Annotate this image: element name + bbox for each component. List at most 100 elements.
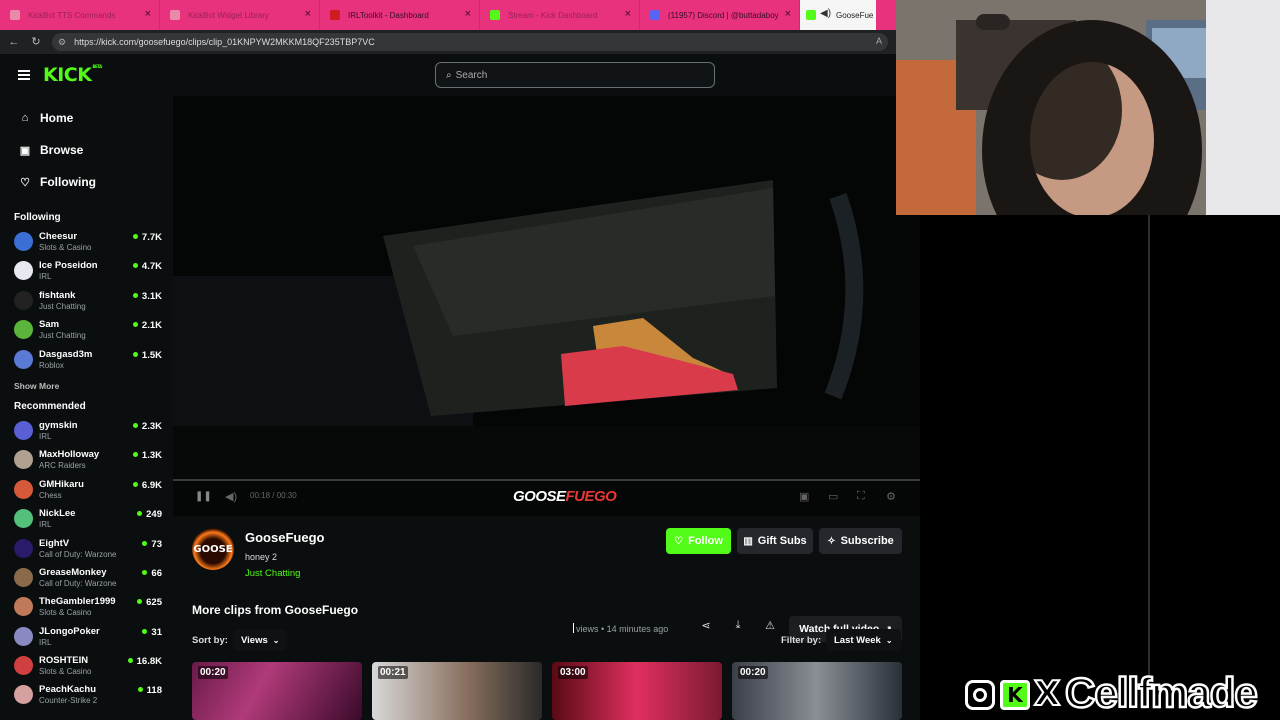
avatar xyxy=(14,232,33,251)
clip-category[interactable]: Just Chatting xyxy=(245,568,300,579)
clip-thumbnail[interactable]: 00:20 xyxy=(732,662,902,720)
browser-tab[interactable]: KickBot Widget Library × xyxy=(160,0,320,30)
settings-icon[interactable]: ⚙ xyxy=(886,490,896,503)
nav-home[interactable]: ⌂ Home xyxy=(18,102,170,134)
beta-badge: BETA xyxy=(92,64,102,69)
channel-category: IRL xyxy=(39,431,52,441)
viewer-count: 2.1K xyxy=(133,320,162,331)
volume-icon[interactable]: ◀) xyxy=(225,490,237,503)
close-icon[interactable]: × xyxy=(625,8,631,20)
tab-label: GooseFue xyxy=(836,10,874,20)
reload-icon[interactable]: ↻ xyxy=(28,34,44,50)
sidebar-channel[interactable]: gymskin IRL 2.3K xyxy=(0,417,170,446)
channel-name: GreaseMonkey xyxy=(39,566,107,578)
viewer-count: 6.9K xyxy=(133,480,162,491)
channel-category: Slots & Casino xyxy=(39,243,92,252)
channel-name: GMHikaru xyxy=(39,478,84,490)
clip-thumbnail[interactable]: 03:00 xyxy=(552,662,722,720)
theater-icon[interactable]: ▭ xyxy=(828,490,838,503)
sidebar-channel[interactable]: NickLee IRL 249 xyxy=(0,505,170,534)
channel-name[interactable]: GooseFuego xyxy=(245,530,324,545)
clip-title: honey 2 xyxy=(245,552,278,562)
filter-dropdown[interactable]: Last Week ⌄ xyxy=(826,629,901,651)
browser-tab[interactable]: Stream - Kick Dashboard × xyxy=(480,0,640,30)
channel-category: IRL xyxy=(39,272,52,282)
close-icon[interactable]: × xyxy=(305,8,311,20)
channel-category: Call of Duty: Warzone xyxy=(39,578,117,588)
tab-label: (11957) Discord | @buttadaboy xyxy=(668,10,779,20)
subscribe-button[interactable]: ✧ Subscribe xyxy=(819,528,902,554)
sidebar-channel[interactable]: GMHikaru Chess 6.9K xyxy=(0,476,170,505)
fullscreen-icon[interactable]: ⛶ xyxy=(857,490,865,503)
kick-logo[interactable]: KICKBETA xyxy=(43,64,102,86)
tab-favicon-icon xyxy=(650,10,660,20)
sidebar-channel[interactable]: Dasgasd3m Roblox 1.5K xyxy=(0,346,170,375)
channel-name: JLongoPoker xyxy=(39,625,100,637)
clip-thumbnail[interactable]: 00:21 xyxy=(372,662,542,720)
sidebar-channel[interactable]: ROSHTEIN Slots & Casino 16.8K xyxy=(0,652,170,681)
back-icon[interactable]: ← xyxy=(6,34,22,50)
sidebar-channel[interactable]: Cheesur Slots & Casino 7.7K xyxy=(0,228,170,257)
kick-icon: K xyxy=(1000,680,1030,710)
nav-following[interactable]: ♡ Following xyxy=(18,166,170,198)
webcam-feed xyxy=(896,0,1280,215)
browse-icon: ▣ xyxy=(19,144,31,157)
clip-thumbnail[interactable]: 00:20 xyxy=(192,662,362,720)
search-input[interactable] xyxy=(455,69,696,81)
sidebar-channel[interactable]: Sam Just Chatting 2.1K xyxy=(0,316,170,345)
screen: KickBot TTS Commands × KickBot Widget Lib… xyxy=(0,0,1280,720)
search-box[interactable]: ⌕ xyxy=(435,62,715,88)
show-more-link[interactable]: Show More xyxy=(0,375,170,397)
channel-avatar[interactable]: GOOSE xyxy=(192,528,234,570)
browser-tab[interactable]: KickBot TTS Commands × xyxy=(0,0,160,30)
close-icon[interactable]: × xyxy=(465,8,471,20)
sidebar-channel[interactable]: EightV Call of Duty: Warzone 73 xyxy=(0,535,170,564)
close-icon[interactable]: × xyxy=(145,8,151,20)
channel-name: fishtank xyxy=(39,289,76,301)
tab-favicon-icon xyxy=(330,10,340,20)
gift-subs-button[interactable]: ▥ Gift Subs xyxy=(737,528,813,554)
channel-name: Dasgasd3m xyxy=(39,348,93,360)
menu-icon[interactable] xyxy=(18,70,30,80)
kick-page: KICKBETA ⌕ ⌂Home ▣Browse ♡Following Foll… xyxy=(0,54,920,720)
sidebar-channel[interactable]: TheGambler1999 Slots & Casino 625 xyxy=(0,593,170,622)
sidebar-channel[interactable]: JLongoPoker IRL 31 xyxy=(0,623,170,652)
channel-name: gymskin xyxy=(39,419,78,431)
close-icon[interactable]: × xyxy=(785,8,791,20)
channel-name: Ice Poseidon xyxy=(39,260,98,272)
pip-icon[interactable]: ▣ xyxy=(799,490,809,503)
sidebar-channel[interactable]: PeachKachu Counter-Strike 2 118 xyxy=(0,681,170,710)
site-info-icon[interactable]: ⚙ xyxy=(58,37,66,48)
browser-tab[interactable]: IRLToolkit - Dashboard × xyxy=(320,0,480,30)
sort-dropdown[interactable]: Views ⌄ xyxy=(233,629,288,651)
tab-favicon-icon xyxy=(10,10,20,20)
browser-tab[interactable]: (11957) Discord | @buttadaboy × xyxy=(640,0,800,30)
reader-mode-icon[interactable]: A xyxy=(876,36,882,46)
avatar xyxy=(14,626,33,646)
sidebar: ⌂ Home ▣ Browse ♡ Following Following Chees… xyxy=(0,96,170,720)
viewer-count: 7.7K xyxy=(133,232,162,243)
follow-button[interactable]: ♡ Follow xyxy=(666,528,731,554)
sidebar-channel[interactable]: Ice Poseidon IRL 4.7K xyxy=(0,257,170,286)
pause-icon[interactable]: ❚❚ xyxy=(195,491,212,502)
sidebar-channel[interactable]: fishtank Just Chatting 3.1K xyxy=(0,287,170,316)
sidebar-channel[interactable]: GreaseMonkey Call of Duty: Warzone 66 xyxy=(0,564,170,593)
tab-label: Stream - Kick Dashboard xyxy=(508,10,598,20)
channel-name: NickLee xyxy=(39,508,76,520)
avatar xyxy=(14,567,33,587)
url-field[interactable]: ⚙ https://kick.com/goosefuego/clips/clip… xyxy=(52,33,888,51)
progress-bar[interactable] xyxy=(173,479,920,481)
nav-browse[interactable]: ▣ Browse xyxy=(18,134,170,166)
browser-address-bar: ← ↻ ⚙ https://kick.com/goosefuego/clips/… xyxy=(0,30,896,54)
avatar xyxy=(14,656,33,676)
viewer-count: 249 xyxy=(137,509,162,520)
browser-tab-active[interactable]: ◀) GooseFue xyxy=(800,0,876,30)
viewer-count: 1.3K xyxy=(133,450,162,461)
layout-divider xyxy=(1148,215,1150,675)
video-player[interactable]: ❚❚ ◀) 00:18 / 00:30 GOOSEFUEGO ▣ ▭ ⛶ ⚙ xyxy=(173,96,920,516)
more-clips-title: More clips from GooseFuego xyxy=(192,603,359,617)
tab-label: KickBot TTS Commands xyxy=(28,10,116,20)
tab-label: IRLToolkit - Dashboard xyxy=(348,10,429,20)
sidebar-channel[interactable]: MaxHolloway ARC Raiders 1.3K xyxy=(0,446,170,475)
avatar xyxy=(14,450,33,470)
